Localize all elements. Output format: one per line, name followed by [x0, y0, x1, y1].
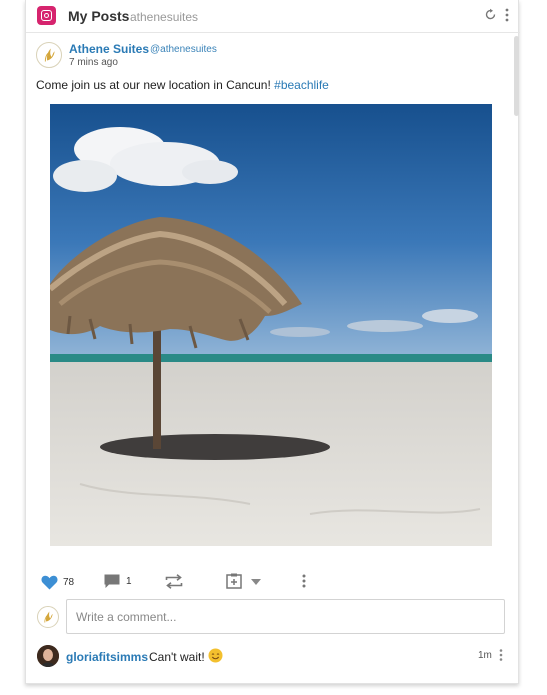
- commenter-name[interactable]: gloriafitsimms: [66, 650, 148, 664]
- stream-account: athenesuites: [130, 10, 199, 24]
- repost-icon[interactable]: [165, 574, 183, 589]
- post-caption: Come join us at our new location in Canc…: [36, 78, 329, 92]
- smiling-face-emoji-icon: [208, 648, 223, 663]
- save-icon[interactable]: [226, 573, 242, 589]
- scrollbar[interactable]: [514, 36, 519, 116]
- refresh-icon[interactable]: [484, 8, 497, 21]
- comment-count: 1: [126, 576, 132, 587]
- comment-timestamp: 1m: [478, 650, 492, 661]
- instagram-icon: [37, 6, 56, 25]
- post-timestamp: 7 mins ago: [69, 57, 118, 68]
- hashtag-link[interactable]: #beachlife: [274, 78, 329, 92]
- author-avatar[interactable]: [36, 42, 62, 68]
- stream-title: My Posts: [68, 8, 130, 24]
- comment-icon[interactable]: [104, 574, 120, 589]
- like-count: 78: [63, 577, 75, 588]
- chevron-down-icon[interactable]: [251, 579, 261, 585]
- post-actions-bar: 78 1: [26, 565, 520, 595]
- posts-stream-card: My Posts athenesuites Athene Suites @ath…: [25, 0, 520, 684]
- commenter-avatar[interactable]: [37, 645, 59, 667]
- author-name[interactable]: Athene Suites: [69, 42, 149, 56]
- post-image[interactable]: [50, 104, 492, 546]
- author-handle[interactable]: @athenesuites: [150, 44, 217, 55]
- comment-text: Can't wait!: [149, 650, 205, 664]
- post-menu-icon[interactable]: [301, 573, 307, 589]
- heart-icon[interactable]: [41, 575, 58, 590]
- post-caption-text: Come join us at our new location in Canc…: [36, 78, 275, 92]
- comment-input[interactable]: [66, 599, 505, 634]
- current-user-avatar: [37, 606, 59, 628]
- comment-menu-icon[interactable]: [498, 648, 504, 662]
- stream-header: My Posts athenesuites: [26, 0, 520, 33]
- stream-menu-icon[interactable]: [504, 7, 510, 23]
